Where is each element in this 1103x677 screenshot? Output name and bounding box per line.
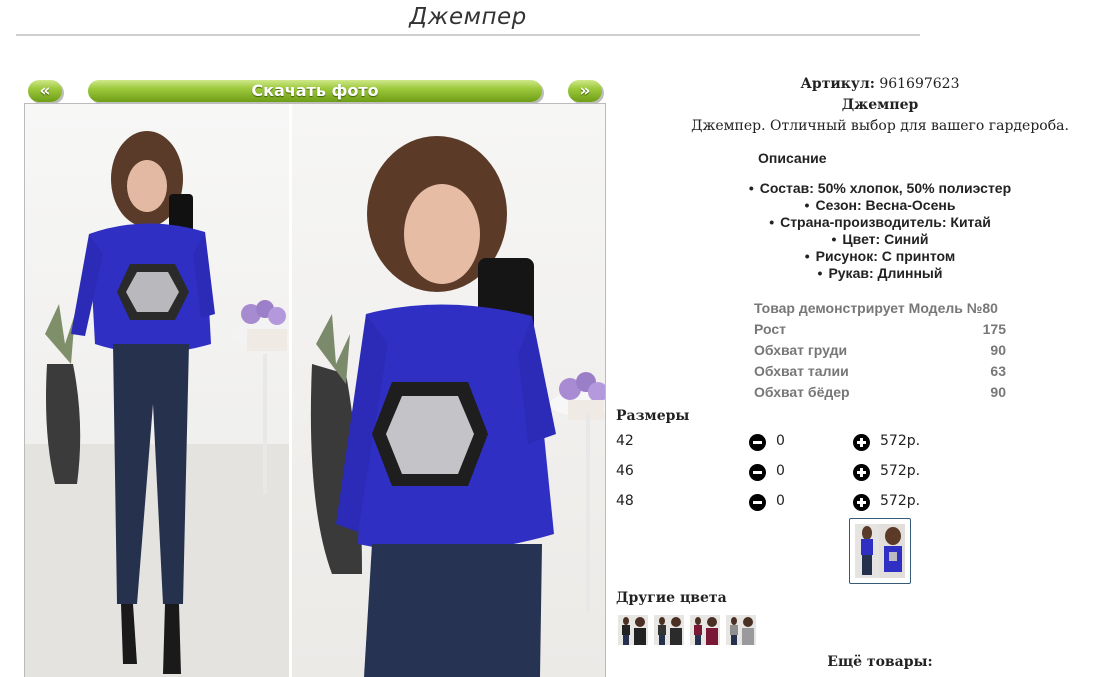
thumbnail-image [855, 524, 905, 578]
model-label: Товар демонстрирует Модель №80 [754, 300, 998, 316]
minus-icon[interactable] [749, 434, 766, 451]
spec-item: Страна-производитель: Китай [616, 214, 1103, 231]
spec-item: Сезон: Весна-Осень [616, 197, 1103, 214]
download-photo-button[interactable]: Скачать фото [88, 80, 542, 102]
size-row-42: 42 0 572р. [616, 433, 936, 453]
color-swatch-image [726, 615, 756, 645]
product-photo-frame [24, 103, 606, 677]
spec-item: Рисунок: С принтом [616, 248, 1103, 265]
minus-icon[interactable] [749, 464, 766, 481]
color-swatch[interactable] [726, 615, 756, 645]
description-heading: Описание [758, 150, 827, 166]
spec-item: Состав: 50% хлопок, 50% полиэстер [616, 180, 1103, 197]
model-label: Обхват груди [754, 342, 848, 358]
product-photo-closeup[interactable] [292, 104, 605, 677]
color-swatch[interactable] [618, 615, 648, 645]
more-products-heading: Ещё товары: [827, 654, 933, 670]
color-swatch[interactable] [654, 615, 684, 645]
article-value: 961697623 [879, 76, 960, 92]
other-colors-heading: Другие цвета [616, 590, 727, 606]
spec-item: Цвет: Синий [616, 231, 1103, 248]
next-photo-button[interactable]: » [568, 80, 602, 102]
title-divider [16, 34, 920, 36]
product-photo-full-body[interactable] [25, 104, 289, 677]
model-label: Обхват талии [754, 363, 849, 379]
color-swatch-image [690, 615, 720, 645]
color-swatch-image [618, 615, 648, 645]
model-value: 90 [990, 342, 1006, 358]
model-row: Обхват бёдер 90 [754, 382, 1006, 403]
model-row: Рост 175 [754, 319, 1006, 340]
size-label: 48 [616, 493, 634, 509]
model-row: Обхват талии 63 [754, 361, 1006, 382]
model-value: 63 [990, 363, 1006, 379]
plus-icon[interactable] [853, 494, 870, 511]
specs-list: Состав: 50% хлопок, 50% полиэстер Сезон:… [616, 180, 1103, 282]
color-swatch[interactable] [690, 615, 720, 645]
page-title: Джемпер [409, 4, 527, 30]
size-price: 572р. [880, 433, 921, 449]
product-description: Джемпер. Отличный выбор для вашего гарде… [691, 118, 1069, 134]
size-row-48: 48 0 572р. [616, 493, 936, 513]
model-value: 90 [990, 384, 1006, 400]
color-swatch-image [654, 615, 684, 645]
minus-icon[interactable] [749, 494, 766, 511]
size-quantity: 0 [776, 493, 785, 509]
size-price: 572р. [880, 493, 921, 509]
size-quantity: 0 [776, 433, 785, 449]
article-label: Артикул: [800, 76, 875, 92]
plus-icon[interactable] [853, 464, 870, 481]
model-row: Товар демонстрирует Модель №80 [754, 298, 1006, 319]
model-measurements: Товар демонстрирует Модель №80 Рост 175 О… [754, 298, 1006, 403]
model-label: Обхват бёдер [754, 384, 850, 400]
size-price: 572р. [880, 463, 921, 479]
model-value: 175 [982, 321, 1006, 337]
model-row: Обхват груди 90 [754, 340, 1006, 361]
model-full-body-image [25, 131, 289, 677]
size-label: 42 [616, 433, 634, 449]
spec-item: Рукав: Длинный [616, 265, 1103, 282]
sizes-heading: Размеры [616, 408, 690, 424]
selected-color-thumbnail[interactable] [849, 518, 911, 584]
size-quantity: 0 [776, 463, 785, 479]
model-label: Рост [754, 321, 786, 337]
prev-photo-button[interactable]: « [28, 80, 62, 102]
size-label: 46 [616, 463, 634, 479]
model-closeup-image [310, 136, 605, 677]
plus-icon[interactable] [853, 434, 870, 451]
article-line: Артикул: 961697623 [616, 76, 1103, 92]
product-name: Джемпер [841, 97, 919, 113]
size-row-46: 46 0 572р. [616, 463, 936, 483]
